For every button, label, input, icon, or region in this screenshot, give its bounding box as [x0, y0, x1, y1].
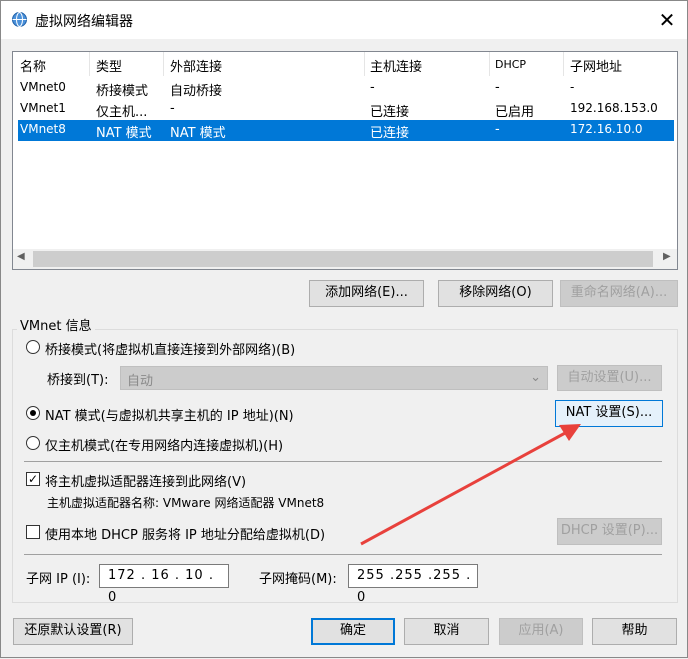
- annotation-arrow: [360, 424, 581, 546]
